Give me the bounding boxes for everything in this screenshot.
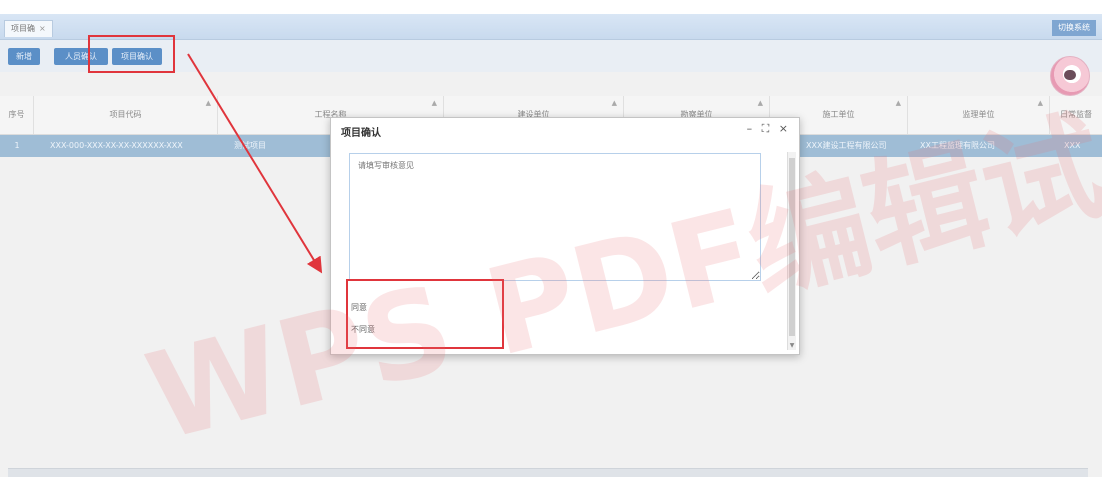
col-header-supervision[interactable]: 监理单位 ▲ bbox=[908, 96, 1050, 134]
top-bar bbox=[0, 0, 1102, 14]
tab-label: 项目确 bbox=[11, 24, 35, 33]
review-opinion-textarea[interactable] bbox=[349, 153, 761, 281]
cell-construction: XXX建设工程有限公司 bbox=[806, 141, 887, 150]
cell-index: 1 bbox=[14, 141, 20, 150]
avatar-face-icon bbox=[1064, 70, 1076, 80]
cell-supervision: XX工程监理有限公司 bbox=[920, 141, 995, 150]
tab-close-icon[interactable]: × bbox=[39, 24, 46, 33]
col-header-daily-supervision[interactable]: 日常监督 bbox=[1050, 96, 1102, 134]
cell-daily-supervision: XXX bbox=[1064, 141, 1081, 150]
col-header-label: 监理单位 bbox=[962, 110, 995, 119]
col-header-label: 序号 bbox=[8, 110, 25, 119]
sort-icon[interactable]: ▲ bbox=[1038, 84, 1043, 122]
highlight-box-toolbar bbox=[88, 35, 175, 73]
sort-icon[interactable]: ▲ bbox=[896, 84, 901, 122]
dialog-scrollbar[interactable]: ▼ bbox=[787, 152, 796, 350]
cell-project-name: 测试项目 bbox=[234, 141, 266, 150]
highlight-box-options bbox=[346, 279, 504, 349]
cell-project-code: XXX-000-XXX-XX-XX-XXXXXX-XXX bbox=[50, 141, 183, 150]
sort-icon[interactable]: ▲ bbox=[206, 84, 211, 122]
col-header-index[interactable]: 序号 bbox=[0, 96, 34, 134]
add-button[interactable]: 新增 bbox=[8, 48, 40, 65]
switch-system-button[interactable]: 切换系统 bbox=[1052, 20, 1096, 36]
scroll-down-icon[interactable]: ▼ bbox=[788, 342, 796, 350]
avatar[interactable] bbox=[1050, 56, 1090, 96]
col-header-label: 项目代码 bbox=[109, 110, 142, 119]
dialog-window-controls[interactable]: – ⛶ × bbox=[747, 122, 791, 136]
col-header-project-code[interactable]: 项目代码 ▲ bbox=[34, 96, 218, 134]
col-header-label: 施工单位 bbox=[822, 110, 855, 119]
dialog-title: 项目确认 bbox=[341, 128, 381, 139]
tab-project-confirm[interactable]: 项目确 × bbox=[4, 20, 53, 37]
col-header-label: 日常监督 bbox=[1060, 110, 1092, 119]
scrollbar-thumb[interactable] bbox=[789, 158, 795, 336]
